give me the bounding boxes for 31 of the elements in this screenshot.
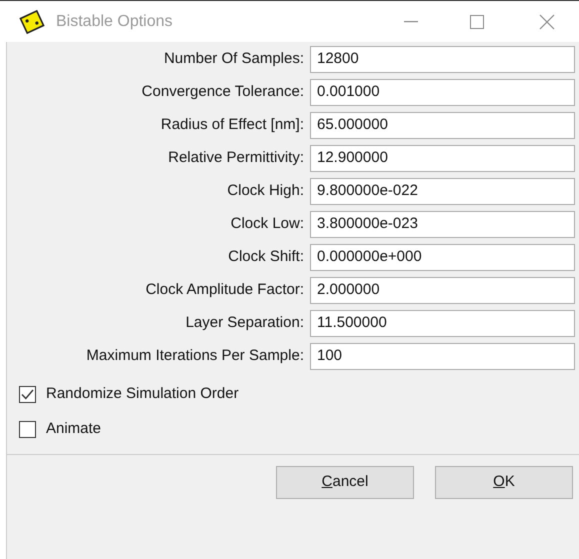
input-field[interactable]: 100 [310,343,575,370]
field-label: Relative Permittivity: [167,148,305,168]
checkbox-label[interactable]: Randomize Simulation Order [46,383,239,406]
dialog-button[interactable]: OK [435,466,573,499]
window-title: Bistable Options [56,12,173,32]
checkbox-label[interactable]: Animate [46,418,102,441]
field-label: Radius of Effect [nm]: [160,115,305,136]
field-label: Clock Low: [230,214,305,234]
checkbox[interactable] [19,386,36,403]
input-field[interactable]: 65.000000 [310,112,575,139]
input-field[interactable]: 0.000000e+000 [310,244,575,271]
field-label: Clock Amplitude Factor: [144,280,305,300]
field-label: Number Of Samples: [162,49,305,70]
input-field[interactable]: 9.800000e-022 [310,178,575,205]
field-label: Convergence Tolerance: [140,82,305,102]
field-label: Clock High: [226,181,305,202]
close-icon[interactable] [539,14,555,30]
check-icon [21,389,34,400]
input-field[interactable]: 2.000000 [310,277,575,304]
minimize-icon[interactable] [404,20,418,22]
checkbox[interactable] [19,421,36,438]
input-field[interactable]: 12.900000 [310,145,575,172]
input-field[interactable]: 11.500000 [310,310,575,337]
dialog-button[interactable]: Cancel [276,466,414,499]
input-field[interactable]: 0.001000 [310,79,575,106]
input-field[interactable]: 3.800000e-023 [310,211,575,238]
input-field[interactable]: 12800 [310,46,575,73]
field-label: Clock Shift: [227,247,305,268]
field-label: Maximum Iterations Per Sample: [85,346,305,366]
field-label: Layer Separation: [184,313,305,334]
maximize-icon[interactable] [470,14,484,28]
